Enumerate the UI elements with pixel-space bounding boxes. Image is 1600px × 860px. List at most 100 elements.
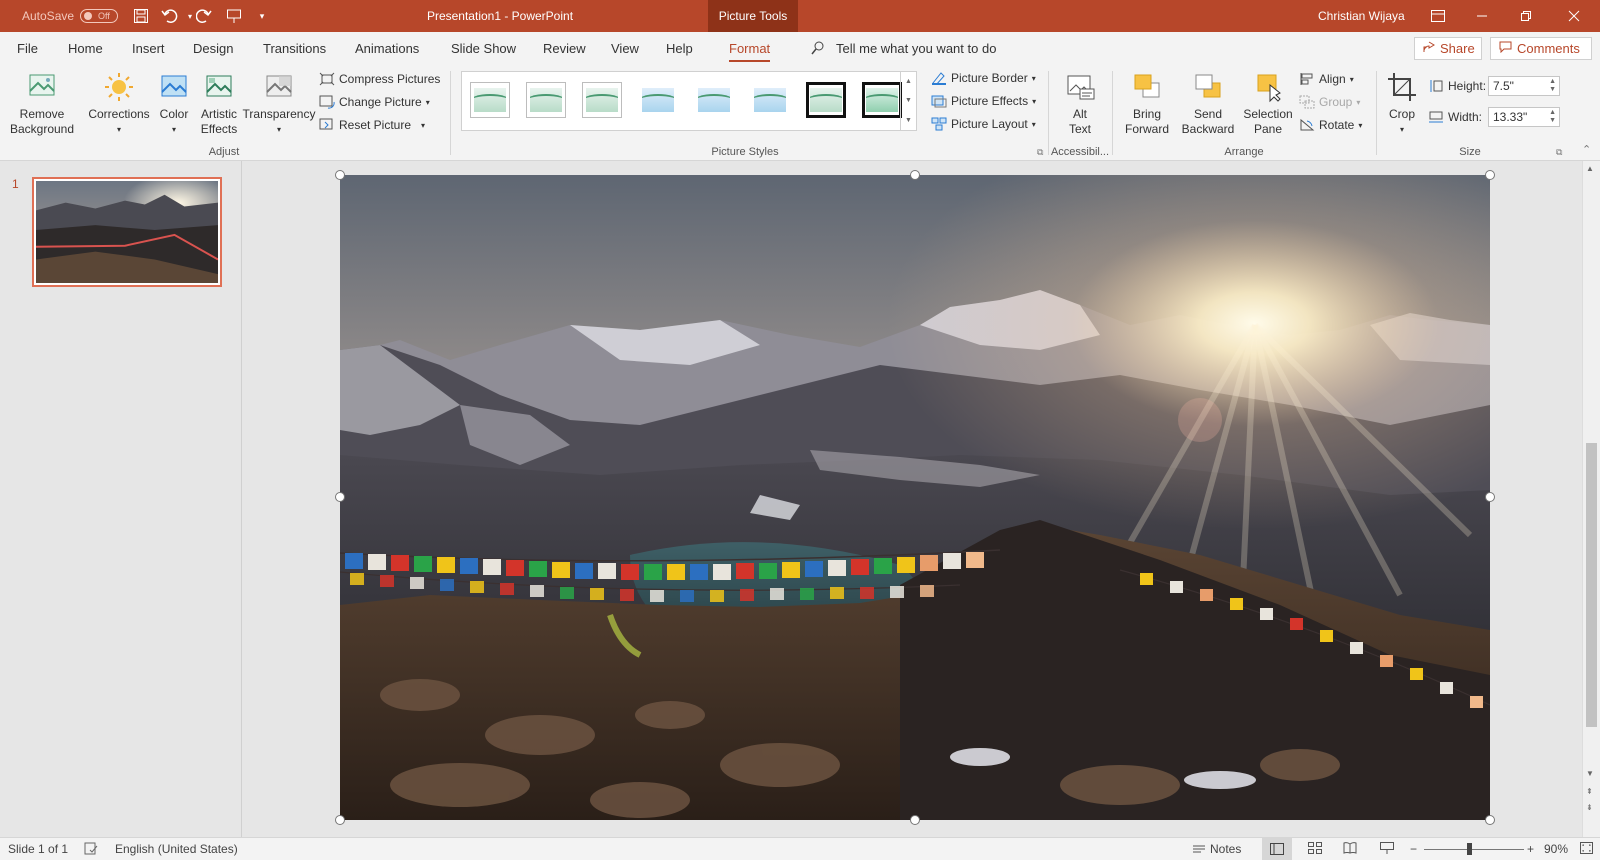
gallery-up-icon[interactable]: ▲ <box>905 78 912 85</box>
tab-format[interactable]: Format <box>729 41 771 62</box>
dialog-launcher-icon[interactable]: ⧉ <box>1037 147 1043 158</box>
bring-forward-button[interactable]: Bring Forward <box>1118 71 1176 137</box>
tab-slide-show[interactable]: Slide Show <box>451 41 516 56</box>
vertical-scrollbar[interactable]: ▲ ▼ ⇞ ⇟ <box>1582 161 1600 837</box>
status-bar: Slide 1 of 1 English (United States) Not… <box>0 837 1600 860</box>
compress-pictures-button[interactable]: Compress Pictures <box>319 69 440 89</box>
gallery-scroll[interactable]: ▲ ▼ ▼ <box>900 72 916 130</box>
resize-handle-left[interactable] <box>335 492 345 502</box>
zoom-out-icon[interactable]: − <box>1410 842 1417 856</box>
restore-icon[interactable] <box>1504 0 1548 32</box>
resize-handle-top[interactable] <box>910 170 920 180</box>
zoom-level[interactable]: 90% <box>1544 842 1568 856</box>
gallery-down-icon[interactable]: ▼ <box>905 97 912 104</box>
normal-view-icon[interactable] <box>1262 838 1292 860</box>
zoom-slider-thumb[interactable] <box>1467 843 1472 855</box>
close-icon[interactable] <box>1552 0 1596 32</box>
title-bar: AutoSave Off ▾ ▾ Presentation1 - PowerPo… <box>0 0 1600 32</box>
picture-layout-button[interactable]: Picture Layout ▾ <box>931 114 1036 134</box>
resize-handle-bottom-right[interactable] <box>1485 815 1495 825</box>
notes-button[interactable]: Notes <box>1192 842 1241 856</box>
picture-border-button[interactable]: Picture Border ▾ <box>931 68 1036 88</box>
tab-transitions[interactable]: Transitions <box>263 41 326 56</box>
picture-style-option[interactable] <box>694 82 734 118</box>
zoom-slider-track[interactable] <box>1424 849 1524 850</box>
tab-review[interactable]: Review <box>543 41 586 56</box>
picture-layout-icon <box>931 117 947 131</box>
spelling-icon[interactable] <box>84 842 98 855</box>
minimize-icon[interactable] <box>1460 0 1504 32</box>
slide-thumbnail-pane: 1 <box>0 161 242 837</box>
tab-file[interactable]: File <box>17 41 38 56</box>
resize-handle-top-right[interactable] <box>1485 170 1495 180</box>
picture-style-option[interactable] <box>862 82 902 118</box>
slide-show-icon[interactable] <box>1380 842 1394 854</box>
send-backward-button[interactable]: Send Backward <box>1176 71 1240 137</box>
collapse-ribbon-icon[interactable]: ⌃ <box>1582 143 1591 156</box>
resize-handle-bottom-left[interactable] <box>335 815 345 825</box>
group-divider <box>1376 71 1377 155</box>
height-input[interactable]: 7.5" ▲ ▼ <box>1488 76 1560 96</box>
scrollbar-thumb[interactable] <box>1586 443 1597 727</box>
mountain-photo <box>340 175 1490 820</box>
share-button[interactable]: Share <box>1414 37 1482 60</box>
tab-view[interactable]: View <box>611 41 639 56</box>
fit-slide-icon[interactable] <box>1580 842 1593 854</box>
width-input[interactable]: 13.33" ▲ ▼ <box>1488 107 1560 127</box>
resize-handle-right[interactable] <box>1485 492 1495 502</box>
dialog-launcher-icon[interactable]: ⧉ <box>1556 147 1562 158</box>
tab-help[interactable]: Help <box>666 41 693 56</box>
tab-design[interactable]: Design <box>193 41 233 56</box>
tab-animations[interactable]: Animations <box>355 41 419 56</box>
change-picture-button[interactable]: Change Picture ▾ <box>319 92 430 112</box>
artistic-effects-button[interactable]: Artistic Effects <box>196 71 242 137</box>
comments-button[interactable]: Comments <box>1490 37 1592 60</box>
chevron-down-icon: ▾ <box>1031 73 1036 83</box>
slide-thumbnail[interactable] <box>32 177 222 287</box>
reset-picture-icon <box>319 118 333 130</box>
language-status[interactable]: English (United States) <box>115 842 238 856</box>
tell-me-search[interactable]: Tell me what you want to do <box>836 41 996 56</box>
scroll-down-icon[interactable]: ▼ <box>1586 769 1594 778</box>
picture-style-option[interactable] <box>806 82 846 118</box>
slide-thumbnail-image <box>35 181 219 283</box>
user-name[interactable]: Christian Wijaya <box>1318 0 1405 32</box>
corrections-button[interactable]: Corrections ▾ <box>86 71 152 137</box>
reset-picture-button[interactable]: Reset Picture ▾ <box>319 115 425 135</box>
reading-view-icon[interactable] <box>1343 842 1357 854</box>
next-slide-icon[interactable]: ⇟ <box>1586 803 1593 812</box>
picture-effects-button[interactable]: Picture Effects ▾ <box>931 91 1036 111</box>
zoom-in-icon[interactable]: + <box>1527 842 1534 856</box>
width-icon <box>1429 111 1443 123</box>
picture-style-option[interactable] <box>638 82 678 118</box>
picture-border-label: Picture Border <box>951 71 1028 85</box>
picture-style-option[interactable] <box>526 82 566 118</box>
rotate-button[interactable]: Rotate ▾ <box>1299 115 1362 135</box>
tab-home[interactable]: Home <box>68 41 103 56</box>
picture-styles-gallery[interactable]: ▲ ▼ ▼ <box>461 71 917 131</box>
remove-background-button[interactable]: Remove Background <box>6 71 78 137</box>
crop-button[interactable]: Crop ▾ <box>1380 71 1424 137</box>
resize-handle-bottom[interactable] <box>910 815 920 825</box>
ribbon-display-options-icon[interactable] <box>1416 0 1460 32</box>
resize-handle-top-left[interactable] <box>335 170 345 180</box>
gallery-more-icon[interactable]: ▼ <box>905 117 912 124</box>
picture-style-option[interactable] <box>470 82 510 118</box>
scroll-up-icon[interactable]: ▲ <box>1586 164 1594 173</box>
group-button[interactable]: Group ▾ <box>1299 92 1360 112</box>
height-label: Height: <box>1448 79 1487 93</box>
alt-text-button[interactable]: Alt Text <box>1054 71 1106 137</box>
color-button[interactable]: Color ▾ <box>154 71 194 137</box>
selected-picture[interactable] <box>340 175 1490 820</box>
picture-style-option[interactable] <box>750 82 790 118</box>
chevron-down-icon: ▾ <box>116 125 121 134</box>
previous-slide-icon[interactable]: ⇞ <box>1586 787 1593 796</box>
tab-insert[interactable]: Insert <box>132 41 165 56</box>
picture-style-option[interactable] <box>582 82 622 118</box>
transparency-button[interactable]: Transparency ▾ <box>242 71 316 137</box>
spinner-icon[interactable]: ▲ ▼ <box>1549 109 1556 125</box>
spinner-icon[interactable]: ▲ ▼ <box>1549 78 1556 94</box>
align-button[interactable]: Align ▾ <box>1299 69 1354 89</box>
selection-pane-button[interactable]: Selection Pane <box>1240 71 1296 137</box>
slide-sorter-icon[interactable] <box>1308 842 1322 854</box>
